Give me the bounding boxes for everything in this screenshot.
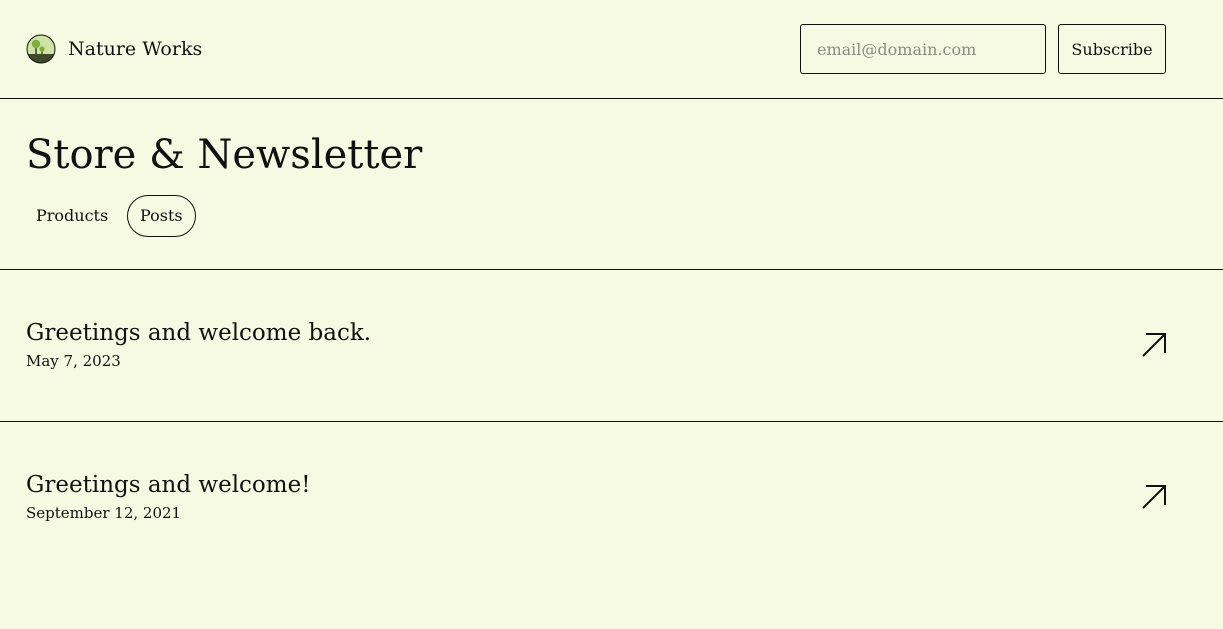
subscribe-button[interactable]: Subscribe	[1058, 24, 1166, 74]
post-item[interactable]: Greetings and welcome! September 12, 202…	[0, 422, 1223, 574]
brand-name: Nature Works	[68, 38, 203, 60]
post-item[interactable]: Greetings and welcome back. May 7, 2023	[0, 270, 1223, 422]
nature-logo-icon	[26, 34, 56, 64]
arrow-up-right-icon[interactable]	[1141, 484, 1167, 510]
brand-link[interactable]: Nature Works	[26, 34, 202, 64]
arrow-up-right-icon[interactable]	[1141, 332, 1167, 358]
page-title: Store & Newsletter	[26, 132, 423, 178]
hero-section: Store & Newsletter Products Posts	[0, 99, 1223, 270]
post-date: September 12, 2021	[26, 504, 182, 522]
post-date: May 7, 2023	[26, 352, 121, 370]
post-title[interactable]: Greetings and welcome back.	[26, 318, 371, 348]
tab-posts[interactable]: Posts	[127, 195, 196, 237]
site-header: Nature Works Subscribe	[0, 0, 1223, 99]
post-title[interactable]: Greetings and welcome!	[26, 470, 310, 500]
email-field[interactable]	[800, 24, 1046, 74]
tab-products[interactable]: Products	[23, 195, 121, 237]
